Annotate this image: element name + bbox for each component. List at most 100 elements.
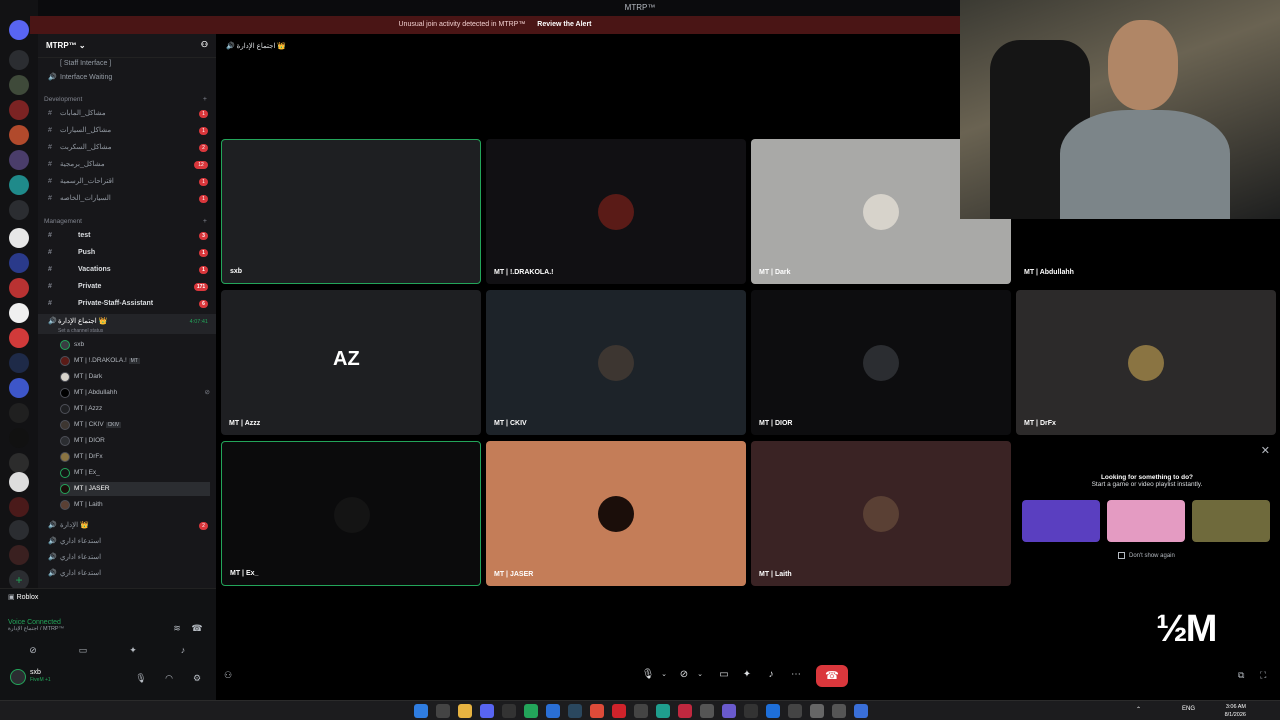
- settings-icon[interactable]: [810, 704, 824, 718]
- screen-share-icon[interactable]: ▭: [714, 665, 734, 685]
- server-icon[interactable]: [9, 428, 29, 448]
- opera-icon[interactable]: [612, 704, 626, 718]
- activity-row[interactable]: ▣ Roblox: [8, 593, 38, 601]
- server-icon[interactable]: [9, 175, 29, 195]
- voice-user[interactable]: MT | Abdullahh ⊘: [60, 386, 210, 400]
- app-icon[interactable]: [788, 704, 802, 718]
- server-icon[interactable]: [9, 253, 29, 273]
- channel-row[interactable]: # مشاكل_السيارات 1: [38, 123, 216, 139]
- video-tile[interactable]: sxb: [221, 139, 481, 284]
- soundboard-icon[interactable]: ♪: [176, 643, 190, 657]
- server-icon[interactable]: [9, 50, 29, 70]
- server-icon[interactable]: [9, 328, 29, 348]
- video-tile[interactable]: MT | DIOR: [751, 290, 1011, 435]
- dont-show-again-checkbox[interactable]: Don't show again: [1118, 552, 1175, 559]
- server-icon[interactable]: [9, 520, 29, 540]
- voice-connection[interactable]: Voice Connected اجتماع الإدارة / MTRP™: [8, 619, 64, 632]
- server-icon[interactable]: [9, 403, 29, 423]
- app-icon[interactable]: [700, 704, 714, 718]
- voice-user[interactable]: MT | Azzz: [60, 402, 210, 416]
- activity-thumbnail[interactable]: [1192, 500, 1270, 542]
- channel-row[interactable]: # test 3: [38, 228, 216, 244]
- server-icon[interactable]: [9, 200, 29, 220]
- server-icon[interactable]: [9, 125, 29, 145]
- channel-row[interactable]: 🔊 استدعاء اداري: [38, 566, 216, 582]
- channel-row[interactable]: # Push 1: [38, 245, 216, 261]
- voice-user[interactable]: MT | Ex_: [60, 466, 210, 480]
- app-icon[interactable]: [678, 704, 692, 718]
- video-tile[interactable]: MT | JASER: [486, 441, 746, 586]
- channel-row[interactable]: # مشاكل_برمجية 12: [38, 157, 216, 173]
- voice-user[interactable]: MT | DrFx: [60, 450, 210, 464]
- noise-suppression-icon[interactable]: ≋: [170, 621, 184, 635]
- channel-row[interactable]: 🔊 الإدارة 👑 2: [38, 518, 216, 534]
- close-icon[interactable]: ✕: [1261, 444, 1270, 457]
- video-tile[interactable]: MT | CKIV: [486, 290, 746, 435]
- discord-icon[interactable]: [480, 704, 494, 718]
- server-icon[interactable]: [9, 303, 29, 323]
- channel-row[interactable]: 🔊 استدعاء اداري: [38, 534, 216, 550]
- camera-off-icon[interactable]: ⊘: [26, 643, 40, 657]
- clock[interactable]: 3:06 AM 8/1/2026: [1225, 703, 1246, 719]
- channel-row[interactable]: # Vacations 1: [38, 262, 216, 278]
- user-info[interactable]: sxb FiveM +1: [30, 669, 51, 683]
- voice-user[interactable]: MT | !.DRAKOLA.! MT: [60, 354, 210, 368]
- channel-row[interactable]: # Private 171: [38, 279, 216, 295]
- voice-user[interactable]: MT | Laith: [60, 498, 210, 512]
- soundboard-icon[interactable]: ♪: [761, 665, 781, 685]
- voice-user[interactable]: MT | DIOR: [60, 434, 210, 448]
- video-tile[interactable]: MT | !.DRAKOLA.!: [486, 139, 746, 284]
- app-icon[interactable]: [436, 704, 450, 718]
- channel-interface-waiting[interactable]: 🔊 Interface Waiting: [38, 70, 216, 86]
- app-icon[interactable]: [634, 704, 648, 718]
- app-icon[interactable]: [832, 704, 846, 718]
- server-icon[interactable]: [9, 150, 29, 170]
- headset-icon[interactable]: ◠: [162, 671, 176, 685]
- server-icon[interactable]: [9, 228, 29, 248]
- invite-icon[interactable]: ⚇: [224, 670, 232, 681]
- voice-user[interactable]: MT | CKIV CKIV: [60, 418, 210, 432]
- app-icon[interactable]: [546, 704, 560, 718]
- home-icon[interactable]: [9, 20, 29, 40]
- video-tile[interactable]: MT | DrFx: [1016, 290, 1276, 435]
- app-icon[interactable]: [744, 704, 758, 718]
- activities-icon[interactable]: ✦: [126, 643, 140, 657]
- channel-row[interactable]: # Private-Staff-Assistant 6: [38, 296, 216, 312]
- screen-share-icon[interactable]: ▭: [76, 643, 90, 657]
- channel-row[interactable]: # مشاكل_المابات 1: [38, 106, 216, 122]
- server-icon[interactable]: [9, 545, 29, 565]
- server-icon[interactable]: [9, 453, 29, 473]
- add-member-icon[interactable]: ⚇: [201, 40, 208, 49]
- more-icon[interactable]: ⋯: [786, 665, 806, 685]
- disconnect-icon[interactable]: ☎: [190, 621, 204, 635]
- voice-user[interactable]: MT | Dark: [60, 370, 210, 384]
- voice-channel-active[interactable]: 🔊 اجتماع الإدارة 👑 4:07:41 Set a channel…: [38, 314, 216, 334]
- voice-user[interactable]: MT | JASER: [60, 482, 210, 496]
- server-icon[interactable]: [9, 100, 29, 120]
- review-alert-link[interactable]: Review the Alert: [537, 21, 591, 28]
- server-icon[interactable]: [9, 497, 29, 517]
- server-icon[interactable]: [9, 472, 29, 492]
- app-icon[interactable]: [722, 704, 736, 718]
- video-tile[interactable]: MT | Laith: [751, 441, 1011, 586]
- channel-status[interactable]: Set a channel status: [58, 323, 103, 339]
- tray-chevron-icon[interactable]: ⌃: [1136, 706, 1141, 713]
- voice-user[interactable]: sxb: [60, 338, 210, 352]
- app-icon[interactable]: [524, 704, 538, 718]
- channel-row[interactable]: # مشاكل_السكربت 2: [38, 140, 216, 156]
- server-header[interactable]: MTRP™ ⌄ ⚇: [38, 34, 216, 58]
- app-icon[interactable]: [854, 704, 868, 718]
- fullscreen-icon[interactable]: ⛶: [1260, 670, 1266, 681]
- avatar[interactable]: [10, 669, 26, 685]
- folder-icon[interactable]: [458, 704, 472, 718]
- steam-icon[interactable]: [568, 704, 582, 718]
- server-icon[interactable]: [9, 75, 29, 95]
- server-icon[interactable]: [9, 278, 29, 298]
- windows-start-icon[interactable]: [414, 704, 428, 718]
- server-icon[interactable]: [9, 378, 29, 398]
- chevron-down-icon[interactable]: ⌄: [690, 665, 710, 685]
- chevron-down-icon[interactable]: ⌄: [654, 665, 674, 685]
- activities-icon[interactable]: ✦: [737, 665, 757, 685]
- activity-thumbnail[interactable]: [1107, 500, 1185, 542]
- video-tile[interactable]: MT | Ex_: [221, 441, 481, 586]
